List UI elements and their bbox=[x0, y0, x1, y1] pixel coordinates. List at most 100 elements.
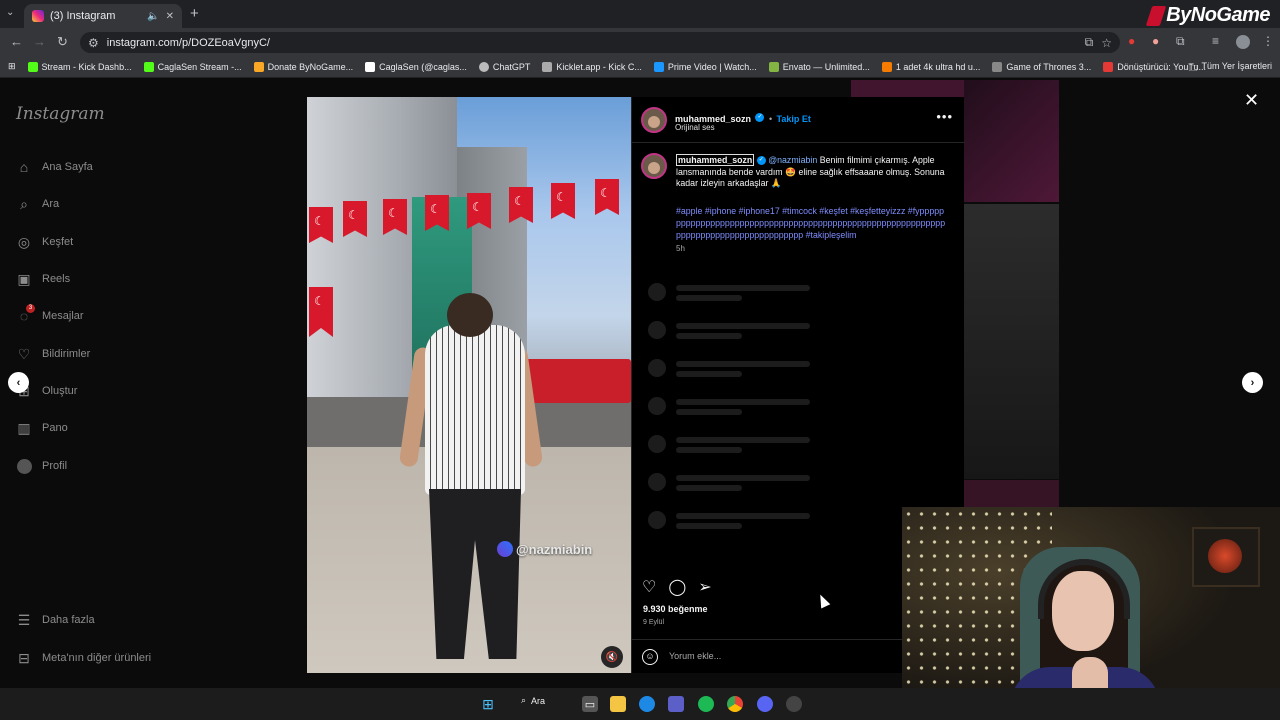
obs-icon[interactable] bbox=[786, 696, 802, 712]
background-thumbnail bbox=[964, 80, 1059, 202]
video-person bbox=[425, 325, 525, 495]
chrome-icon[interactable] bbox=[727, 696, 743, 712]
browser-tab-bar: ⌄ (3) Instagram 🔈 ✕ + ByNoGame bbox=[0, 0, 1280, 28]
tab-list-chevron-icon[interactable]: ⌄ bbox=[6, 7, 14, 18]
profile-avatar bbox=[16, 458, 32, 474]
discord-icon[interactable] bbox=[757, 696, 773, 712]
bookmark-item[interactable]: Donate ByNoGame... bbox=[248, 61, 360, 72]
install-app-icon[interactable]: ⧉ bbox=[1085, 35, 1094, 50]
sidebar-item-label: Mesajlar bbox=[42, 310, 84, 322]
bookmark-item[interactable]: ChatGPT bbox=[473, 61, 537, 72]
sidebar-item-search[interactable]: ⌕ Ara bbox=[16, 196, 59, 212]
back-icon[interactable]: ← bbox=[10, 34, 23, 49]
spotify-icon[interactable] bbox=[698, 696, 714, 712]
sidebar-item-profile[interactable]: Profil bbox=[16, 458, 67, 474]
post-actions: ♡ ◯ ➢ bbox=[642, 577, 712, 597]
likes-count[interactable]: 9.930 beğenme bbox=[643, 604, 708, 614]
task-view-icon[interactable]: ▭ bbox=[582, 696, 598, 712]
like-heart-icon[interactable]: ♡ bbox=[642, 577, 656, 597]
caption-hashtags[interactable]: #apple #iphone #iphone17 #timcock #keşfe… bbox=[676, 205, 948, 241]
video-flag bbox=[595, 179, 619, 215]
sidebar-more[interactable]: ☰ Daha fazla bbox=[16, 612, 95, 628]
bookmark-favicon-icon bbox=[27, 61, 38, 72]
extensions-puzzle-icon[interactable]: ⧉ bbox=[1176, 34, 1185, 49]
taskbar-search[interactable]: ⌕ Ara bbox=[521, 695, 545, 706]
profile-icon bbox=[16, 458, 32, 474]
bookmark-item[interactable]: Prime Video | Watch... bbox=[648, 61, 763, 72]
all-bookmarks-button[interactable]: 🗀 Tüm Yer İşaretleri bbox=[1188, 61, 1272, 77]
folder-icon: 🗀 bbox=[1188, 63, 1198, 73]
heart-icon: ♡ bbox=[17, 345, 31, 362]
bookmark-item[interactable]: CaglaSen Stream -... bbox=[138, 61, 248, 72]
profile-avatar-icon[interactable] bbox=[1236, 35, 1250, 49]
bookmark-favicon-icon bbox=[1103, 61, 1114, 72]
reload-icon[interactable]: ↻ bbox=[57, 34, 68, 50]
watermark-text: @nazmiabin bbox=[516, 541, 593, 557]
author-avatar[interactable] bbox=[641, 107, 667, 133]
caption-avatar[interactable] bbox=[641, 153, 667, 179]
browser-tab[interactable]: (3) Instagram 🔈 ✕ bbox=[24, 4, 182, 28]
bookmark-item[interactable]: Kicklet.app - Kick C... bbox=[536, 61, 648, 72]
menu-kebab-icon[interactable]: ⋮ bbox=[1262, 34, 1274, 48]
watermark-logo-icon bbox=[497, 541, 513, 557]
comment-input[interactable]: Yorum ekle... bbox=[669, 651, 721, 661]
bookmark-item[interactable]: Envato — Unlimited... bbox=[763, 61, 876, 72]
bookmark-item[interactable]: Game of Thrones 3... bbox=[986, 61, 1097, 72]
sidebar-item-messages[interactable]: ◌ 3 Mesajlar bbox=[16, 304, 84, 324]
caption-mention[interactable]: @nazmiabin bbox=[768, 155, 817, 165]
mute-toggle-icon[interactable]: 🔇 bbox=[601, 646, 623, 668]
share-send-icon[interactable]: ➢ bbox=[698, 577, 711, 597]
comment-bubble-icon[interactable]: ◯ bbox=[668, 577, 686, 597]
sidebar-item-label: Oluştur bbox=[42, 385, 78, 397]
sidebar-meta[interactable]: ⊟ Meta'nın diğer ürünleri bbox=[16, 650, 151, 666]
close-modal-icon[interactable]: ✕ bbox=[1244, 90, 1259, 111]
new-tab-button[interactable]: + bbox=[190, 5, 199, 22]
bookmark-label: Envato — Unlimited... bbox=[782, 61, 870, 72]
search-icon: ⌕ bbox=[20, 195, 28, 212]
follow-button[interactable]: Takip Et bbox=[777, 114, 811, 124]
bookmarks-bar: ⊞ Stream - Kick Dashb... CaglaSen Stream… bbox=[0, 56, 1280, 78]
sidebar-item-home[interactable]: ⌂ Ana Sayfa bbox=[16, 159, 93, 175]
post-time: 5h bbox=[676, 244, 685, 253]
teams-icon[interactable] bbox=[668, 696, 684, 712]
extension-red-icon[interactable]: ● bbox=[1128, 34, 1135, 48]
previous-post-arrow-icon[interactable]: ‹ bbox=[8, 372, 29, 393]
apps-grid-icon[interactable]: ⊞ bbox=[0, 61, 22, 72]
sidebar-item-reels[interactable]: ▣ Reels bbox=[16, 271, 70, 287]
bookmark-label: 1 adet 4k ultra hd u... bbox=[895, 61, 981, 72]
extension-pink-icon[interactable]: ● bbox=[1152, 34, 1159, 48]
audio-label[interactable]: Orijinal ses bbox=[675, 123, 715, 132]
post-video[interactable]: @nazmiabin bbox=[307, 97, 631, 673]
caption-username[interactable]: muhammed_sozn bbox=[676, 154, 755, 166]
instagram-logo[interactable]: Instagram bbox=[16, 104, 105, 124]
url-field[interactable]: ⚙ instagram.com/p/DOZEoaVgnyC/ ⧉ ☆ bbox=[80, 32, 1120, 53]
background-thumbnail bbox=[964, 480, 1059, 508]
sidebar-item-dashboard[interactable]: ▥ Pano bbox=[16, 420, 67, 436]
bookmark-item[interactable]: CaglaSen (@caglas... bbox=[359, 61, 473, 72]
video-person-head bbox=[447, 293, 493, 337]
more-options-icon[interactable]: ••• bbox=[936, 109, 953, 124]
bookmark-label: Game of Thrones 3... bbox=[1006, 61, 1092, 72]
bookmark-favicon-icon bbox=[143, 61, 154, 72]
emoji-icon[interactable]: ☺ bbox=[642, 649, 658, 665]
bookmark-favicon-icon bbox=[542, 61, 553, 72]
speaker-icon[interactable]: 🔈 bbox=[147, 11, 159, 22]
media-control-icon[interactable]: ≡ bbox=[1212, 34, 1219, 48]
windows-start-icon[interactable]: ⊞ bbox=[480, 696, 496, 712]
forward-icon[interactable]: → bbox=[33, 34, 46, 49]
bookmark-star-icon[interactable]: ☆ bbox=[1101, 36, 1112, 50]
close-tab-icon[interactable]: ✕ bbox=[166, 11, 174, 22]
file-explorer-icon[interactable] bbox=[610, 696, 626, 712]
sidebar-item-label: Keşfet bbox=[42, 236, 74, 248]
next-post-arrow-icon[interactable]: › bbox=[1242, 372, 1263, 393]
sidebar-item-label: Profil bbox=[42, 460, 68, 472]
bookmark-item[interactable]: 1 adet 4k ultra hd u... bbox=[876, 61, 987, 72]
brand-mark-icon bbox=[1145, 5, 1167, 26]
sidebar-meta-label: Meta'nın diğer ürünleri bbox=[42, 652, 152, 664]
sidebar-item-notifications[interactable]: ♡ Bildirimler bbox=[16, 345, 91, 362]
site-info-icon[interactable]: ⚙ bbox=[88, 36, 99, 50]
edge-icon[interactable] bbox=[639, 696, 655, 712]
wall-art bbox=[1192, 527, 1260, 587]
sidebar-item-explore[interactable]: ◎ Keşfet bbox=[16, 234, 73, 250]
bookmark-item[interactable]: Stream - Kick Dashb... bbox=[22, 61, 138, 72]
